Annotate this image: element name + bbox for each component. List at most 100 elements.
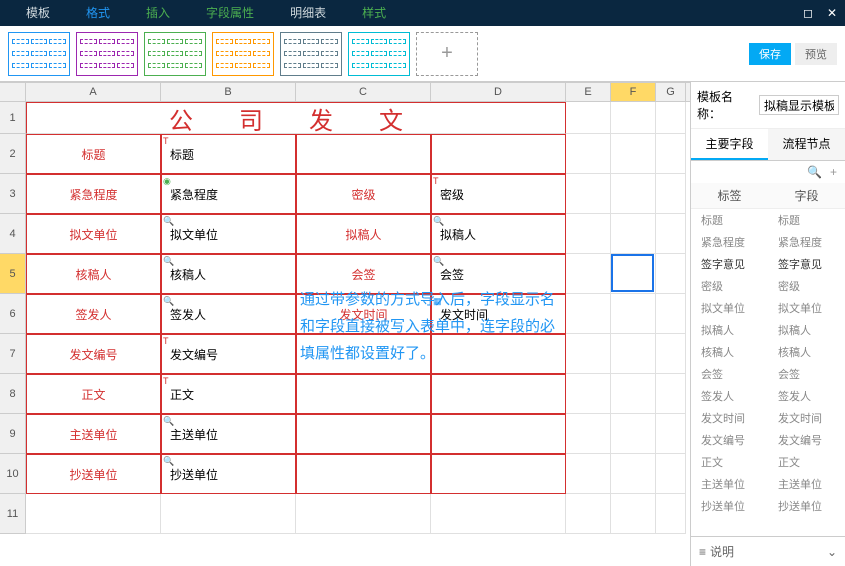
cell[interactable]: 发文编号T xyxy=(161,334,296,374)
cell[interactable] xyxy=(656,174,686,214)
save-button[interactable]: 保存 xyxy=(749,43,791,65)
cell[interactable] xyxy=(611,374,656,414)
cell[interactable]: 抄送单位🔍 xyxy=(161,454,296,494)
cell[interactable] xyxy=(611,414,656,454)
cell[interactable]: 密级T xyxy=(431,174,566,214)
col-header[interactable]: E xyxy=(566,83,611,101)
field-row[interactable]: 拟文单位拟文单位 xyxy=(691,297,845,319)
cell[interactable] xyxy=(611,294,656,334)
row-header[interactable]: 9 xyxy=(0,414,26,454)
template-thumbnail[interactable] xyxy=(280,32,342,76)
cell[interactable] xyxy=(611,134,656,174)
cell[interactable] xyxy=(566,294,611,334)
row-header[interactable]: 5 xyxy=(0,254,26,294)
cell[interactable] xyxy=(296,134,431,174)
cell[interactable]: 标题T xyxy=(161,134,296,174)
nav-tab[interactable]: 明细表 xyxy=(272,0,344,26)
cell[interactable] xyxy=(611,454,656,494)
cell[interactable] xyxy=(656,134,686,174)
template-name-input[interactable] xyxy=(759,95,839,115)
cell[interactable] xyxy=(566,134,611,174)
cell[interactable]: 拟稿人 xyxy=(296,214,431,254)
tab-main-fields[interactable]: 主要字段 xyxy=(691,129,768,160)
cell[interactable]: 抄送单位 xyxy=(26,454,161,494)
cell[interactable]: 主送单位🔍 xyxy=(161,414,296,454)
field-row[interactable]: 抄送单位抄送单位 xyxy=(691,495,845,517)
row-header[interactable]: 2 xyxy=(0,134,26,174)
template-thumbnail[interactable] xyxy=(8,32,70,76)
preview-button[interactable]: 预览 xyxy=(795,43,837,65)
nav-tab[interactable]: 插入 xyxy=(128,0,188,26)
cell[interactable]: 签发人 xyxy=(26,294,161,334)
cell[interactable] xyxy=(656,414,686,454)
col-header[interactable]: F xyxy=(611,83,656,101)
col-header[interactable]: G xyxy=(656,83,686,101)
row-header[interactable]: 3 xyxy=(0,174,26,214)
col-header[interactable]: C xyxy=(296,83,431,101)
cell[interactable] xyxy=(566,414,611,454)
cell[interactable] xyxy=(296,414,431,454)
cell[interactable] xyxy=(656,254,686,294)
cell[interactable] xyxy=(611,214,656,254)
row-header[interactable]: 10 xyxy=(0,454,26,494)
cell[interactable] xyxy=(296,374,431,414)
expand-icon[interactable]: ≡ xyxy=(699,545,706,559)
cell[interactable] xyxy=(656,374,686,414)
cell[interactable]: 正文T xyxy=(161,374,296,414)
cell[interactable] xyxy=(656,334,686,374)
field-row[interactable]: 标题标题 xyxy=(691,209,845,231)
close-icon[interactable]: ✕ xyxy=(827,6,837,20)
field-row[interactable]: 发文编号发文编号 xyxy=(691,429,845,451)
cell[interactable]: 拟稿人🔍 xyxy=(431,214,566,254)
template-thumbnail[interactable] xyxy=(348,32,410,76)
cell[interactable] xyxy=(656,214,686,254)
cell[interactable] xyxy=(296,454,431,494)
row-header[interactable]: 11 xyxy=(0,494,26,534)
cell[interactable] xyxy=(566,174,611,214)
cell[interactable]: 标题 xyxy=(26,134,161,174)
row-header[interactable]: 1 xyxy=(0,102,26,134)
cell[interactable] xyxy=(566,214,611,254)
cell[interactable]: 发文编号 xyxy=(26,334,161,374)
nav-tab[interactable]: 格式 xyxy=(68,0,128,26)
cell[interactable] xyxy=(656,294,686,334)
cell[interactable] xyxy=(656,454,686,494)
row-header[interactable]: 6 xyxy=(0,294,26,334)
cell[interactable]: 主送单位 xyxy=(26,414,161,454)
field-row[interactable]: 密级密级 xyxy=(691,275,845,297)
field-row[interactable]: 核稿人核稿人 xyxy=(691,341,845,363)
row-header[interactable]: 8 xyxy=(0,374,26,414)
template-thumbnail[interactable] xyxy=(76,32,138,76)
field-row[interactable]: 主送单位主送单位 xyxy=(691,473,845,495)
col-header[interactable]: B xyxy=(161,83,296,101)
cell[interactable] xyxy=(611,334,656,374)
tab-flow-nodes[interactable]: 流程节点 xyxy=(768,129,845,160)
add-field-icon[interactable]: + xyxy=(830,165,837,179)
nav-tab[interactable]: 字段属性 xyxy=(188,0,272,26)
add-template-button[interactable]: + xyxy=(416,32,478,76)
col-header[interactable]: D xyxy=(431,83,566,101)
spreadsheet[interactable]: ABCDEFG 通过带参数的方式导入后，字段显示名和字段直接被写入表单中，连字段… xyxy=(0,82,690,566)
cell[interactable]: 核稿人🔍 xyxy=(161,254,296,294)
nav-tab[interactable]: 样式 xyxy=(344,0,404,26)
cell[interactable]: 拟文单位🔍 xyxy=(161,214,296,254)
cell[interactable]: 拟文单位 xyxy=(26,214,161,254)
cell[interactable] xyxy=(566,454,611,494)
field-row[interactable]: 签字意见签字意见 xyxy=(691,253,845,275)
cell[interactable] xyxy=(566,374,611,414)
cell[interactable] xyxy=(611,254,656,294)
cell[interactable] xyxy=(431,454,566,494)
cell[interactable]: 密级 xyxy=(296,174,431,214)
field-row[interactable]: 发文时间发文时间 xyxy=(691,407,845,429)
col-header[interactable]: A xyxy=(26,83,161,101)
field-row[interactable]: 会签会签 xyxy=(691,363,845,385)
cell[interactable]: 签发人🔍 xyxy=(161,294,296,334)
field-row[interactable]: 紧急程度紧急程度 xyxy=(691,231,845,253)
chevron-down-icon[interactable]: ⌄ xyxy=(827,545,837,559)
field-row[interactable]: 拟稿人拟稿人 xyxy=(691,319,845,341)
cell[interactable] xyxy=(611,174,656,214)
cell[interactable]: 紧急程度◉ xyxy=(161,174,296,214)
template-thumbnail[interactable] xyxy=(144,32,206,76)
cell[interactable]: 正文 xyxy=(26,374,161,414)
restore-icon[interactable]: ◻ xyxy=(803,6,813,20)
